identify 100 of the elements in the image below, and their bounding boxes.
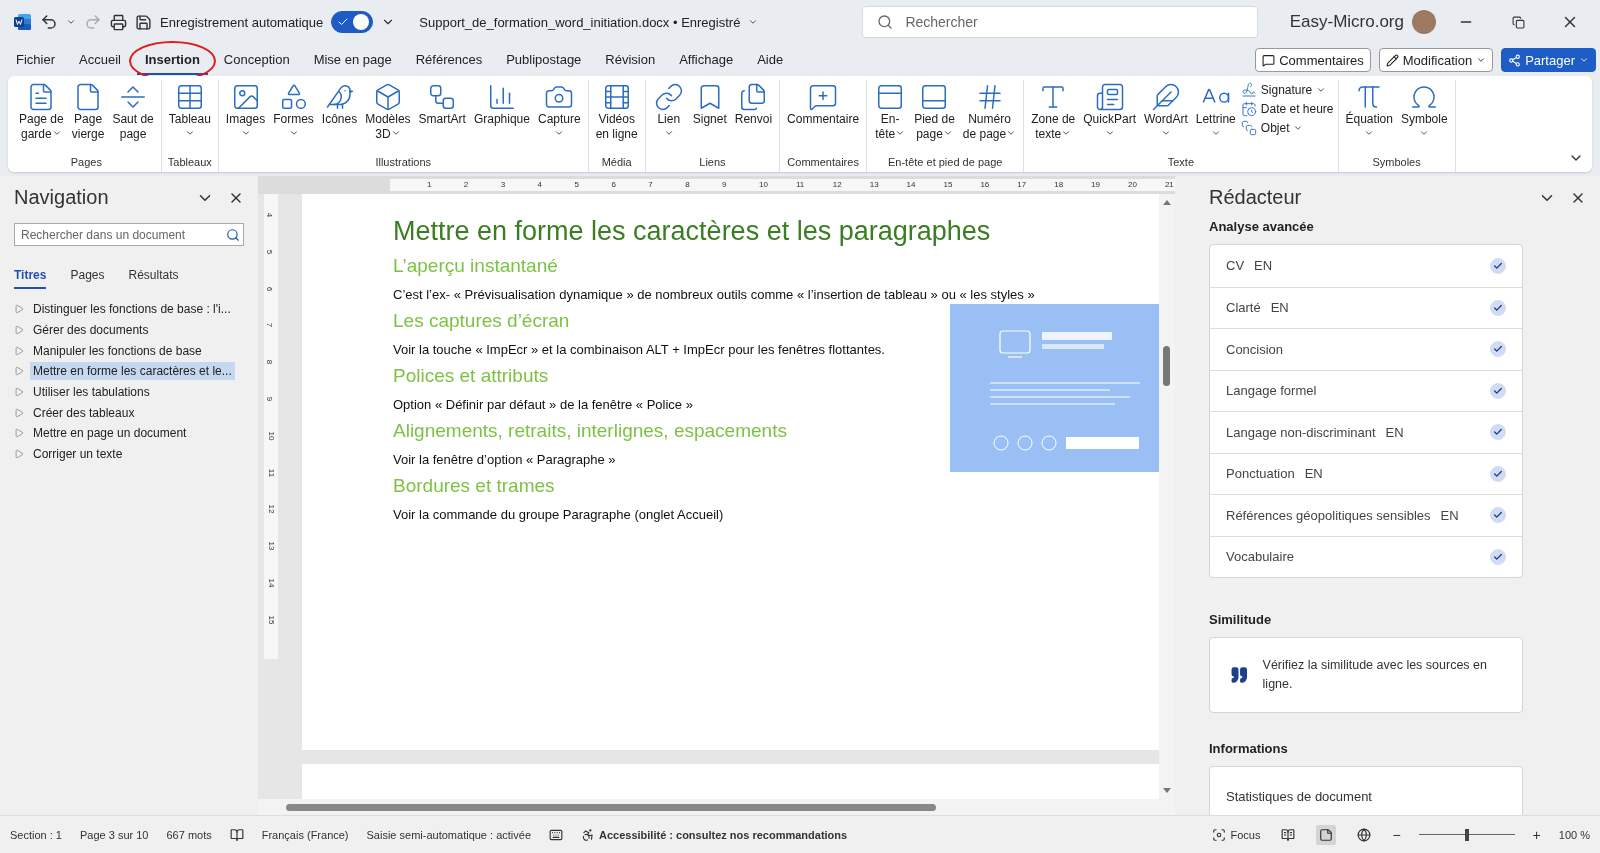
ribbon-button[interactable]: Numéro de page <box>959 80 1020 156</box>
ribbon-button[interactable]: En- tête <box>871 80 910 156</box>
info-item[interactable]: Statistiques de document <box>1210 767 1522 815</box>
autosave-toggle[interactable] <box>331 11 374 33</box>
book-icon[interactable] <box>229 827 244 842</box>
heading-item[interactable]: Mettre en page un document <box>30 424 190 443</box>
heading-item[interactable]: Corriger un texte <box>30 445 126 464</box>
menu-tab[interactable]: Mise en page <box>305 45 400 75</box>
ribbon-button[interactable]: Équation <box>1342 80 1396 156</box>
status-text: Section : 1 <box>10 828 62 841</box>
undo-icon[interactable] <box>40 13 58 31</box>
check-row[interactable]: Vocabulaire <box>1210 535 1522 577</box>
ribbon-button[interactable]: Images <box>222 80 269 156</box>
ribbon-button[interactable]: Symbole <box>1397 80 1451 156</box>
ribbon-button[interactable]: Signature <box>1240 82 1334 98</box>
menu-tab[interactable]: Références <box>407 45 491 75</box>
ribbon-button[interactable]: Icônes <box>318 80 361 156</box>
menu-tab[interactable]: Aide <box>749 45 792 75</box>
focus-button[interactable]: Focus <box>1212 827 1261 842</box>
ruler-number: 7 <box>265 323 274 328</box>
check-row[interactable]: CV EN <box>1210 245 1522 287</box>
menu-tab[interactable]: Accueil <box>71 45 129 75</box>
nav-tab[interactable]: Résultats <box>128 268 179 289</box>
nav-tab[interactable]: Titres <box>14 268 47 289</box>
ribbon-button[interactable]: Page de garde <box>16 80 67 156</box>
ribbon-button[interactable]: Modèles 3D <box>362 80 414 156</box>
comments-button[interactable]: Commentaires <box>1255 48 1371 72</box>
check-row[interactable]: Références géopolitiques sensibles EN <box>1210 494 1522 536</box>
zoom-thumb[interactable] <box>1464 828 1469 841</box>
check-row[interactable]: Langage formel <box>1210 369 1522 411</box>
ribbon-button[interactable]: Vidéos en ligne <box>592 80 641 156</box>
ribbon-button[interactable]: Saut de page <box>109 80 157 156</box>
horizontal-ruler[interactable]: 1 2 3 4 5 6 7 8 9 10 11 12 13 14 15 16 17 18 19 20 21 <box>258 176 1175 194</box>
status-text[interactable]: Saisie semi-automatique : activée <box>366 828 531 841</box>
check-row[interactable]: Langage non-discriminant EN <box>1210 411 1522 453</box>
check-row[interactable]: Ponctuation EN <box>1210 452 1522 494</box>
search-field[interactable]: Rechercher <box>862 6 1259 38</box>
bird-icon <box>324 82 355 112</box>
ruler-number: 10 <box>759 181 768 189</box>
ribbon-button[interactable]: Signet <box>689 80 730 156</box>
heading-item[interactable]: Créer des tableaux <box>30 403 138 422</box>
editing-button[interactable]: Modification <box>1378 48 1494 72</box>
signature-icon <box>1240 82 1257 98</box>
nav-tab[interactable]: Pages <box>70 268 105 289</box>
menu-tab[interactable]: Insertion <box>136 45 208 75</box>
heading-item[interactable]: Mettre en forme les caractères et le... <box>30 362 235 381</box>
ribbon-button[interactable]: Zone de texte <box>1028 80 1079 156</box>
ribbon-button[interactable]: Commentaire <box>784 80 863 156</box>
save-icon[interactable] <box>135 13 152 31</box>
ribbon-button[interactable]: Formes <box>270 80 317 156</box>
ruler-number: 7 <box>648 181 653 189</box>
ribbon-button[interactable]: Capture <box>534 80 584 156</box>
section-heading: Alignements, retraits, interlignes, espacements <box>393 420 788 442</box>
keyboard-icon[interactable] <box>549 827 563 842</box>
check-row[interactable]: Clarté EN <box>1210 286 1522 328</box>
zoom-level[interactable]: 100 % <box>1558 828 1590 841</box>
ribbon-button[interactable]: Page vierge <box>68 80 108 156</box>
ribbon-button[interactable]: Lien <box>649 80 688 156</box>
zoom-out-button[interactable]: − <box>1392 826 1401 843</box>
menu-tab[interactable]: Fichier <box>8 45 63 75</box>
avatar[interactable] <box>1412 10 1436 34</box>
ruler-number: 15 <box>267 615 276 625</box>
account-name[interactable]: Easy-Micro.org <box>1289 12 1404 32</box>
menu-tab[interactable]: Révision <box>597 45 664 75</box>
wordart-icon <box>1150 82 1181 112</box>
ribbon-button[interactable]: Renvoi <box>731 80 776 156</box>
heading-item[interactable]: Distinguer les fonctions de base : l'i... <box>30 300 234 319</box>
ruler-number: 6 <box>265 286 274 291</box>
search-field[interactable]: Rechercher dans un document <box>14 223 244 246</box>
similarity-card[interactable]: Vérifiez la similitude avec les sources en ligne. <box>1209 637 1523 713</box>
paragraph: Voir la touche « ImpEcr » et la combinaison ALT + ImpEcr pour les fenêtres flottantes. <box>393 342 886 357</box>
view-button[interactable] <box>1316 824 1337 845</box>
group-label: Symboles <box>1371 156 1422 170</box>
ribbon-button[interactable]: SmartArt <box>415 80 469 156</box>
accessibility-button[interactable]: Accessibilité : consultez nos recommandations <box>581 827 848 842</box>
document-title-heading: Mettre en forme les caractères et les paragraphes <box>393 216 992 247</box>
ruler-number: 6 <box>611 181 616 189</box>
ribbon-button[interactable]: Pied de page <box>911 80 958 156</box>
word-logo-icon[interactable] <box>14 13 32 31</box>
menu-tab[interactable]: Conception <box>215 45 298 75</box>
ribbon-button[interactable]: QuickPart <box>1080 80 1139 156</box>
status-text[interactable]: Français (France) <box>261 828 349 841</box>
print-icon[interactable] <box>110 13 127 31</box>
ribbon-button[interactable]: Tableau <box>165 80 214 156</box>
share-button[interactable]: Partager <box>1501 48 1596 72</box>
menu-tab[interactable]: Publipostage <box>498 45 590 75</box>
ribbon-button[interactable]: Lettrine <box>1192 80 1239 156</box>
zoom-in-button[interactable]: + <box>1532 826 1541 843</box>
heading-item[interactable]: Gérer des documents <box>30 321 152 340</box>
menu-tab[interactable]: Affichage <box>671 45 742 75</box>
ribbon-button[interactable]: Date et heure <box>1240 101 1334 117</box>
heading-item[interactable]: Manipuler les fonctions de base <box>30 341 205 360</box>
ribbon-button[interactable]: Graphique <box>470 80 533 156</box>
ruler-number: 11 <box>795 181 805 189</box>
ribbon-button[interactable]: Objet <box>1240 120 1334 136</box>
ribbon-button[interactable]: WordArt <box>1140 80 1191 156</box>
focus-icon <box>1212 827 1227 842</box>
document-title[interactable]: Support_de_formation_word_initiation.docx • Enregistré <box>419 14 741 30</box>
heading-item[interactable]: Utiliser les tabulations <box>30 383 153 402</box>
check-row[interactable]: Concision <box>1210 328 1522 370</box>
